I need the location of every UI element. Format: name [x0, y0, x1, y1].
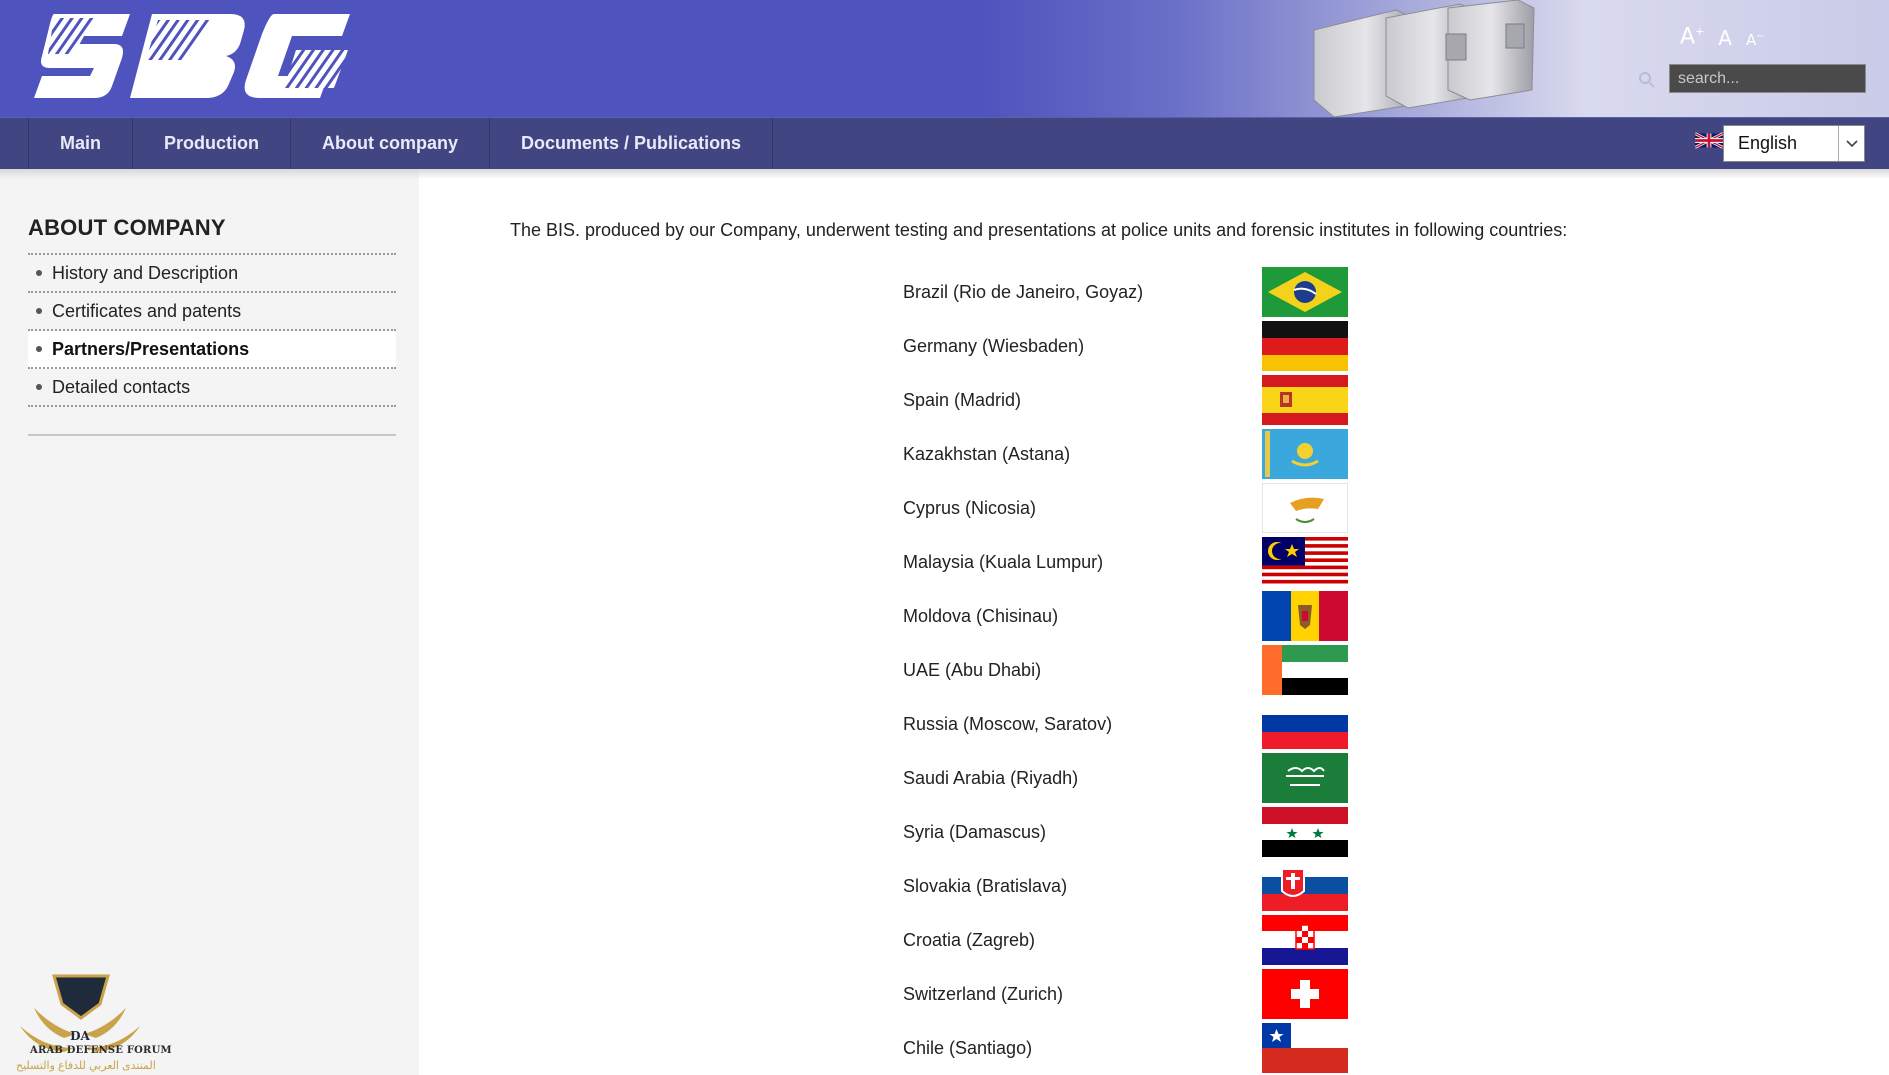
site-header: A+ A A−	[0, 0, 1889, 117]
country-row: Croatia (Zagreb)	[903, 915, 1348, 965]
minus-sign: −	[1756, 31, 1765, 43]
sbc-logo[interactable]	[34, 14, 350, 98]
country-name: Saudi Arabia (Riyadh)	[903, 767, 1079, 788]
country-row: UAE (Abu Dhabi)	[903, 645, 1348, 695]
country-row: Russia (Moscow, Saratov)	[903, 699, 1348, 749]
country-row: Switzerland (Zurich)	[903, 969, 1348, 1019]
language-selected: English	[1738, 133, 1798, 153]
intro-text: The BIS. produced by our Company, underw…	[510, 220, 1568, 240]
bullet-icon	[36, 308, 42, 314]
country-row: Slovakia (Bratislava)	[903, 861, 1348, 911]
country-name: Germany (Wiesbaden)	[903, 335, 1085, 356]
country-name: Croatia (Zagreb)	[903, 929, 1036, 950]
font-decrease-label: A	[1745, 31, 1757, 50]
country-name: Kazakhstan (Astana)	[903, 443, 1071, 464]
country-name: Spain (Madrid)	[903, 389, 1022, 410]
plus-sign: +	[1695, 25, 1705, 38]
country-row: Cyprus (Nicosia)	[903, 483, 1348, 533]
main-nav: Main Production About company Documents …	[0, 117, 1889, 169]
slovakia-flag-icon	[1262, 861, 1348, 911]
chile-flag-icon	[1262, 1023, 1348, 1073]
country-name: Brazil (Rio de Janeiro, Goyaz)	[903, 281, 1144, 302]
country-name: Slovakia (Bratislava)	[903, 875, 1068, 896]
country-row: Germany (Wiesbaden)	[903, 321, 1348, 371]
language-select[interactable]: English	[1723, 125, 1865, 162]
watermark-text-ar: المنتدى العربي للدفاع والتسليح	[16, 1060, 156, 1072]
spain-flag-icon	[1262, 375, 1348, 425]
cyprus-flag-icon	[1262, 483, 1348, 533]
sidebar-item-partners[interactable]: Partners/Presentations	[28, 331, 396, 369]
country-name: Chile (Santiago)	[903, 1037, 1033, 1058]
nav-item-production[interactable]: Production	[132, 118, 290, 169]
country-name: Cyprus (Nicosia)	[903, 497, 1037, 518]
search-input[interactable]	[1669, 64, 1866, 93]
chevron-down-icon[interactable]	[1838, 126, 1864, 161]
uae-flag-icon	[1262, 645, 1348, 695]
bullet-icon	[36, 384, 42, 390]
country-row: Kazakhstan (Astana)	[903, 429, 1348, 479]
nav-menu: Main Production About company Documents …	[28, 118, 774, 170]
syria-flag-icon	[1262, 807, 1348, 857]
sidebar: ABOUT COMPANY History and Description Ce…	[0, 169, 419, 1075]
brazil-flag-icon	[1262, 267, 1348, 317]
russia-flag-icon	[1262, 699, 1348, 749]
country-row: Brazil (Rio de Janeiro, Goyaz)	[903, 267, 1348, 317]
sidebar-title: ABOUT COMPANY	[28, 215, 226, 240]
sidebar-item-label: Certificates and patents	[52, 300, 242, 321]
country-name: Syria (Damascus)	[903, 821, 1047, 842]
font-size-controls: A+ A A−	[1680, 26, 1765, 49]
saudi-arabia-flag-icon	[1262, 753, 1348, 803]
bullet-icon	[36, 346, 42, 352]
kazakhstan-flag-icon	[1262, 429, 1348, 479]
sidebar-item-history[interactable]: History and Description	[28, 255, 396, 293]
country-row: Spain (Madrid)	[903, 375, 1348, 425]
sidebar-item-label: History and Description	[52, 262, 239, 283]
country-name: Russia (Moscow, Saratov)	[903, 713, 1113, 734]
nav-item-main[interactable]: Main	[28, 118, 132, 169]
search-icon[interactable]	[1637, 70, 1657, 90]
font-increase-label: A	[1680, 24, 1696, 50]
uk-flag-icon	[1695, 132, 1723, 149]
switzerland-flag-icon	[1262, 969, 1348, 1019]
font-increase-button[interactable]: A+	[1680, 26, 1704, 48]
country-row: Malaysia (Kuala Lumpur)	[903, 537, 1348, 587]
country-row: Syria (Damascus)	[903, 807, 1348, 857]
watermark-text-en: ARAB DEFENSE FORUM	[30, 1045, 172, 1056]
font-decrease-button[interactable]: A−	[1746, 32, 1765, 48]
nav-shadow	[0, 169, 1889, 179]
country-name: Switzerland (Zurich)	[903, 983, 1064, 1004]
watermark-mark: DA	[70, 1029, 90, 1043]
sidebar-item-label: Detailed contacts	[52, 376, 191, 397]
font-normal-button[interactable]: A	[1718, 28, 1732, 48]
bullet-icon	[36, 270, 42, 276]
equipment-image	[1313, 0, 1535, 117]
country-name: Moldova (Chisinau)	[903, 605, 1059, 626]
croatia-flag-icon	[1262, 915, 1348, 965]
country-name: Malaysia (Kuala Lumpur)	[903, 551, 1104, 572]
country-row: Saudi Arabia (Riyadh)	[903, 753, 1348, 803]
germany-flag-icon	[1262, 321, 1348, 371]
country-row: Moldova (Chisinau)	[903, 591, 1348, 641]
country-row: Chile (Santiago)	[903, 1023, 1348, 1073]
nav-item-about-company[interactable]: About company	[290, 118, 489, 169]
sidebar-item-contacts[interactable]: Detailed contacts	[28, 369, 396, 407]
malaysia-flag-icon	[1262, 537, 1348, 587]
sidebar-menu: History and Description Certificates and…	[28, 253, 396, 407]
moldova-flag-icon	[1262, 591, 1348, 641]
country-name: UAE (Abu Dhabi)	[903, 659, 1042, 680]
nav-item-documents-publications[interactable]: Documents / Publications	[489, 118, 774, 169]
sidebar-item-certificates[interactable]: Certificates and patents	[28, 293, 396, 331]
sidebar-item-label: Partners/Presentations	[52, 338, 250, 359]
sidebar-divider	[28, 434, 396, 436]
